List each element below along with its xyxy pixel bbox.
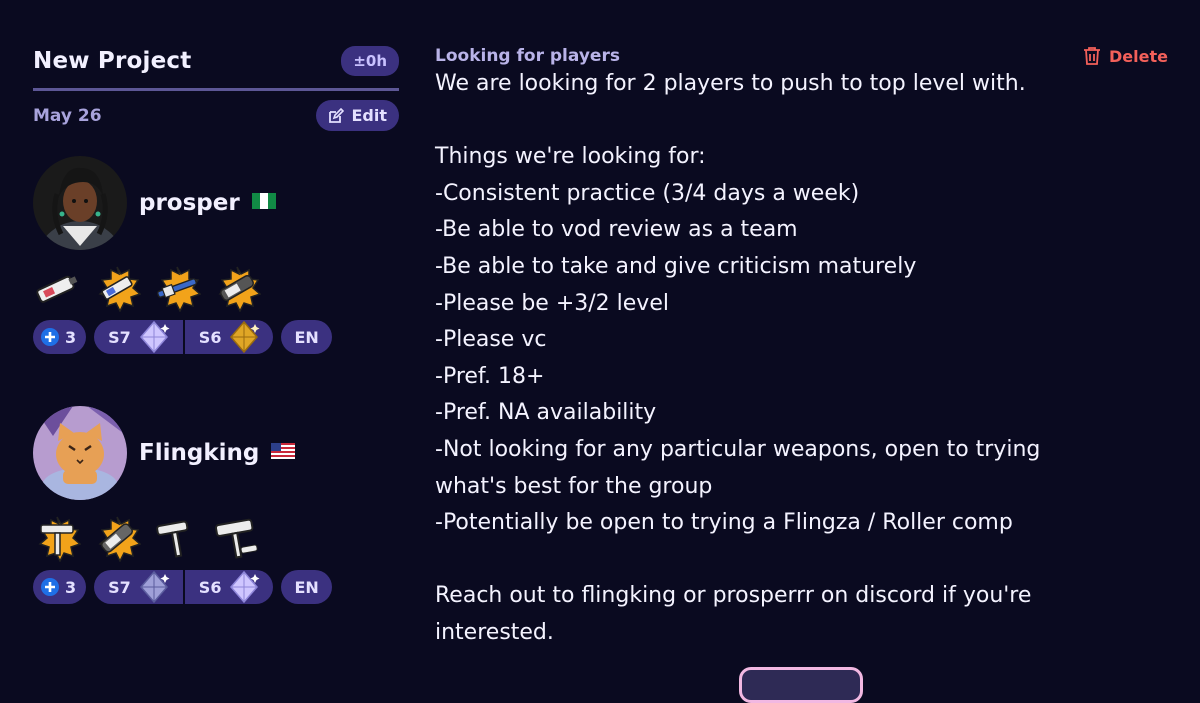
splatling-icon bbox=[218, 266, 261, 312]
description-line: what's best for the group bbox=[435, 473, 713, 499]
diamond-rank-icon bbox=[139, 320, 170, 354]
description-line: We are looking for 2 players to push to … bbox=[435, 71, 1026, 96]
description-line: -Potentially be open to trying a Flingza… bbox=[435, 510, 1013, 536]
flag-nigeria-icon bbox=[251, 193, 276, 213]
divider bbox=[33, 88, 399, 91]
post-content: Looking for players We are looking for 2… bbox=[435, 46, 1155, 652]
post-sidebar: New Project ±0h May 26 Edit prosper 3 S7… bbox=[33, 40, 399, 604]
season-rank[interactable]: S6 bbox=[182, 320, 274, 354]
language-label: EN bbox=[294, 327, 319, 347]
description-line: -Please be +3/2 level bbox=[435, 290, 669, 316]
edit-icon bbox=[329, 107, 345, 123]
season-rank[interactable]: S7 bbox=[94, 570, 183, 604]
charger-icon bbox=[157, 266, 201, 312]
plus-icon bbox=[41, 578, 59, 596]
description-line: -Please vc bbox=[435, 327, 547, 353]
description-line: Reach out to flingking or prosperrr on d… bbox=[435, 583, 1032, 609]
plus-tier-value: 3 bbox=[65, 327, 77, 347]
avatar[interactable] bbox=[33, 406, 127, 500]
season-label: S7 bbox=[108, 327, 131, 347]
splattershot-jr-icon bbox=[36, 275, 78, 303]
gold-rank-icon bbox=[230, 320, 260, 354]
description-line: -Consistent practice (3/4 days a week) bbox=[435, 180, 860, 206]
weapon-splatted-icon bbox=[98, 266, 141, 312]
description-line: -Pref. 18+ bbox=[435, 363, 545, 389]
edit-button[interactable]: Edit bbox=[316, 100, 399, 131]
partial-button[interactable] bbox=[739, 667, 863, 703]
plus-tier-value: 3 bbox=[65, 577, 77, 597]
player-card: Flingking 3 S7 S6 EN bbox=[33, 406, 332, 604]
season-label: S6 bbox=[198, 327, 222, 347]
flingza-roller-icon bbox=[38, 516, 81, 562]
post-date: May 26 bbox=[33, 105, 102, 126]
season-label: S6 bbox=[198, 577, 222, 597]
description-line: -Be able to vod review as a team bbox=[435, 217, 798, 243]
description-line: interested. bbox=[435, 619, 554, 645]
post-title: New Project bbox=[33, 48, 192, 74]
splatling-icon bbox=[98, 516, 141, 562]
description-line: -Not looking for any particular weapons,… bbox=[435, 436, 1041, 462]
roller-icon bbox=[214, 518, 258, 559]
plus-icon bbox=[41, 328, 59, 346]
diamond-rank-icon bbox=[230, 570, 260, 604]
time-difference-badge: ±0h bbox=[341, 46, 399, 76]
season-label: S7 bbox=[108, 577, 131, 597]
season-rank[interactable]: S7 bbox=[94, 320, 183, 354]
season-ranks: S7 S6 bbox=[94, 570, 274, 604]
edit-label: Edit bbox=[351, 106, 387, 125]
plus-tier-badge[interactable]: 3 bbox=[33, 570, 87, 604]
language-badge: EN bbox=[281, 570, 332, 604]
season-rank[interactable]: S6 bbox=[182, 570, 274, 604]
description-line: -Pref. NA availability bbox=[435, 400, 657, 426]
plus-tier-badge[interactable]: 3 bbox=[33, 320, 87, 354]
diamond-rank-icon bbox=[139, 570, 170, 604]
player-name[interactable]: Flingking bbox=[139, 440, 259, 466]
season-ranks: S7 S6 bbox=[94, 320, 274, 354]
language-label: EN bbox=[294, 577, 319, 597]
player-name[interactable]: prosper bbox=[139, 190, 240, 216]
language-badge: EN bbox=[281, 320, 332, 354]
post-description: We are looking for 2 players to push to … bbox=[435, 66, 1155, 652]
carbon-roller-icon bbox=[156, 520, 189, 558]
player-card: prosper 3 S7 S6 EN bbox=[33, 156, 332, 354]
description-line: Things we're looking for: bbox=[435, 144, 706, 170]
flag-usa-icon bbox=[271, 443, 296, 463]
description-line: -Be able to take and give criticism matu… bbox=[435, 253, 917, 279]
post-type-label: Looking for players bbox=[435, 46, 620, 66]
avatar[interactable] bbox=[33, 156, 127, 250]
